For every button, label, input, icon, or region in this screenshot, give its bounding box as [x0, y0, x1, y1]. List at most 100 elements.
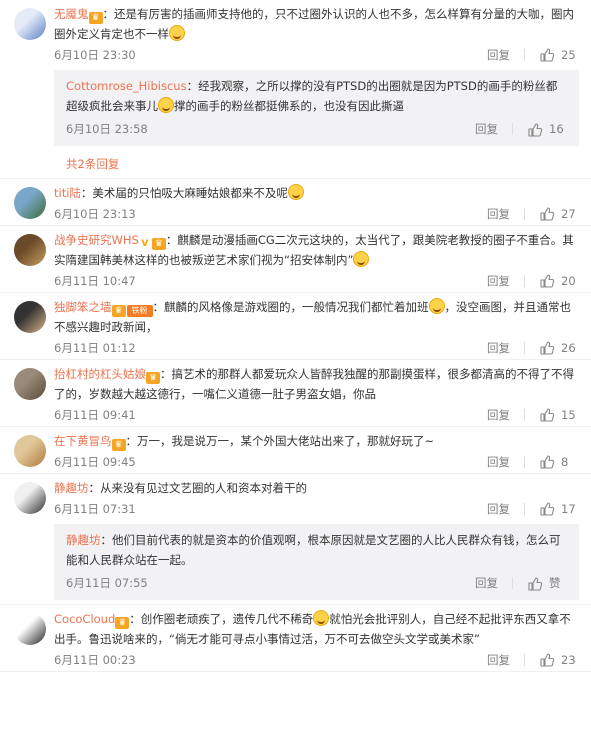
thumbs-up-icon[interactable] — [539, 273, 555, 289]
reply-body: ：他们目前代表的就是资本的价值观啊，根本原因就是文艺圈的人比人民群众有钱，怎么可… — [66, 533, 561, 567]
divider — [524, 342, 525, 354]
comment-actions: 回复 20 — [487, 270, 579, 292]
thumbs-up-icon[interactable] — [539, 340, 555, 356]
laugh-emoji-icon — [353, 251, 370, 267]
thumbs-up-icon[interactable] — [527, 575, 543, 591]
reply-button[interactable]: 回复 — [487, 44, 510, 66]
timestamp: 6月11日 10:47 — [54, 274, 136, 288]
like-count[interactable]: 15 — [561, 404, 579, 426]
reply-timestamp: 6月11日 07:55 — [66, 576, 148, 590]
reply-username-link[interactable]: 静趣坊 — [66, 533, 101, 547]
timestamp: 6月11日 01:12 — [54, 341, 136, 355]
comment-actions: 回复 8 — [487, 451, 579, 473]
comment-item: 抬杠村的杠头姑娘 ♛ ：搞艺术的那群人都爱玩众人皆醉我独醒的那副摸蛋样，很多都清高的… — [0, 360, 591, 427]
avatar[interactable] — [14, 613, 46, 645]
comment-meta: 6月11日 00:23 回复 23 — [54, 649, 579, 671]
reply-button[interactable]: 回复 — [475, 116, 498, 142]
reply-button[interactable]: 回复 — [487, 451, 510, 473]
like-count[interactable]: 26 — [561, 337, 579, 359]
comment-text: 战争史研究WHS V ♛ ：麒麟是动漫插画CG二次元这块的，太当代了，跟美院老教授的圈… — [54, 230, 579, 270]
avatar[interactable] — [14, 234, 46, 266]
divider — [524, 456, 525, 468]
comment-text: 无魇鬼 ♛ ：还是有厉害的插画师支持他的，只不过圈外认识的人也不多，怎么样算有分量的… — [54, 4, 579, 44]
comment-actions: 回复 23 — [487, 649, 579, 671]
comment-meta: 6月10日 23:30 回复 25 — [54, 44, 579, 66]
avatar[interactable] — [14, 368, 46, 400]
thumbs-up-icon[interactable] — [539, 501, 555, 517]
username-link[interactable]: 静趣坊 — [54, 481, 89, 495]
username-link[interactable]: CocoCloud — [54, 612, 115, 626]
divider — [524, 409, 525, 421]
timestamp: 6月11日 00:23 — [54, 653, 136, 667]
avatar[interactable] — [14, 482, 46, 514]
thumbs-up-icon[interactable] — [539, 454, 555, 470]
user-badges: ♛ 铁粉 — [111, 305, 153, 317]
username-link[interactable]: 在下黄冒鸟 — [54, 434, 112, 448]
comment-body: ：麒麟的风格像是游戏圈的，一般情况我们都忙着加班 — [152, 300, 429, 314]
thumbs-up-icon[interactable] — [539, 407, 555, 423]
comment-meta: 6月11日 07:31 回复 17 — [54, 498, 579, 520]
reply-text: Cottomrose_Hibiscus：经我观察，之所以撑的没有PTSD的出圈就… — [66, 76, 567, 116]
divider — [524, 49, 525, 61]
thumbs-up-icon[interactable] — [527, 121, 543, 137]
like-count[interactable]: 23 — [561, 649, 579, 671]
comment-actions: 回复 16 — [475, 116, 567, 142]
avatar[interactable] — [14, 301, 46, 333]
avatar[interactable] — [14, 187, 46, 219]
user-badges: ♛ — [111, 439, 126, 451]
like-count[interactable]: 20 — [561, 270, 579, 292]
reply-button[interactable]: 回复 — [487, 649, 510, 671]
like-count[interactable]: 17 — [561, 498, 579, 520]
reply-box: Cottomrose_Hibiscus：经我观察，之所以撑的没有PTSD的出圈就… — [54, 70, 579, 146]
laugh-emoji-icon — [169, 25, 185, 41]
timestamp: 6月10日 23:13 — [54, 207, 136, 221]
avatar[interactable] — [14, 435, 46, 467]
laugh-emoji-icon — [428, 298, 445, 314]
comment-actions: 回复 27 — [487, 203, 579, 225]
user-badges: ♛ — [146, 372, 160, 384]
thumbs-up-icon[interactable] — [539, 47, 555, 63]
username-link[interactable]: titi陆 — [54, 186, 81, 200]
comment-item: 战争史研究WHS V ♛ ：麒麟是动漫插画CG二次元这块的，太当代了，跟美院老教授的圈… — [0, 226, 591, 293]
reply-username-link[interactable]: Cottomrose_Hibiscus — [66, 79, 187, 93]
like-count[interactable]: 16 — [549, 116, 567, 142]
divider — [524, 654, 525, 666]
username-link[interactable]: 独脚笨之墙 — [54, 300, 112, 314]
reply-button[interactable]: 回复 — [487, 498, 510, 520]
like-count[interactable]: 27 — [561, 203, 579, 225]
comment-actions: 回复 15 — [487, 404, 579, 426]
reply-meta: 6月10日 23:58 回复 16 — [66, 116, 567, 142]
username-link[interactable]: 战争史研究WHS — [54, 233, 139, 247]
reply-button[interactable]: 回复 — [475, 570, 498, 596]
timestamp: 6月11日 09:41 — [54, 408, 136, 422]
comment-meta: 6月11日 10:47 回复 20 — [54, 270, 579, 292]
timestamp: 6月11日 07:31 — [54, 502, 136, 516]
comment-item: 在下黄冒鸟 ♛ ：万一，我是说万一，某个外国大佬站出来了，那就好玩了~ 6月11日 0… — [0, 427, 591, 474]
divider — [512, 123, 513, 135]
reply-meta: 6月11日 07:55 回复 赞 — [66, 570, 567, 596]
comment-actions: 回复 26 — [487, 337, 579, 359]
avatar[interactable] — [14, 8, 46, 40]
verified-icon: V — [138, 238, 151, 250]
view-more-replies-link[interactable]: 共2条回复 — [54, 157, 119, 171]
comment-body: ：还是有厉害的插画师支持他的，只不过圈外认识的人也不多，怎么样算有分量的大咖，圈… — [54, 7, 574, 41]
comment-text: 独脚笨之墙 ♛ 铁粉 ：麒麟的风格像是游戏圈的，一般情况我们都忙着加班 ，没空画图，并且… — [54, 297, 579, 337]
user-badges: V ♛ — [138, 238, 166, 250]
reply-button[interactable]: 回复 — [487, 270, 510, 292]
comment-meta: 6月11日 01:12 回复 26 — [54, 337, 579, 359]
comment-body: ：万一，我是说万一，某个外国大佬站出来了，那就好玩了~ — [125, 434, 435, 448]
username-link[interactable]: 抬杠村的杠头姑娘 — [54, 367, 146, 381]
divider — [524, 503, 525, 515]
username-link[interactable]: 无魇鬼 — [54, 7, 89, 21]
like-count[interactable]: 25 — [561, 44, 579, 66]
reply-button[interactable]: 回复 — [487, 404, 510, 426]
thumbs-up-icon[interactable] — [539, 652, 555, 668]
thumbs-up-icon[interactable] — [539, 206, 555, 222]
like-count[interactable]: 赞 — [549, 570, 567, 596]
user-badges: ♛ — [115, 617, 130, 629]
reply-button[interactable]: 回复 — [487, 337, 510, 359]
member-level-icon: ♛ — [111, 305, 126, 317]
like-count[interactable]: 8 — [561, 451, 579, 473]
reply-button[interactable]: 回复 — [487, 203, 510, 225]
comment-text: titi陆：美术届的只怕吸大麻睡姑娘都来不及呢 — [54, 183, 579, 203]
